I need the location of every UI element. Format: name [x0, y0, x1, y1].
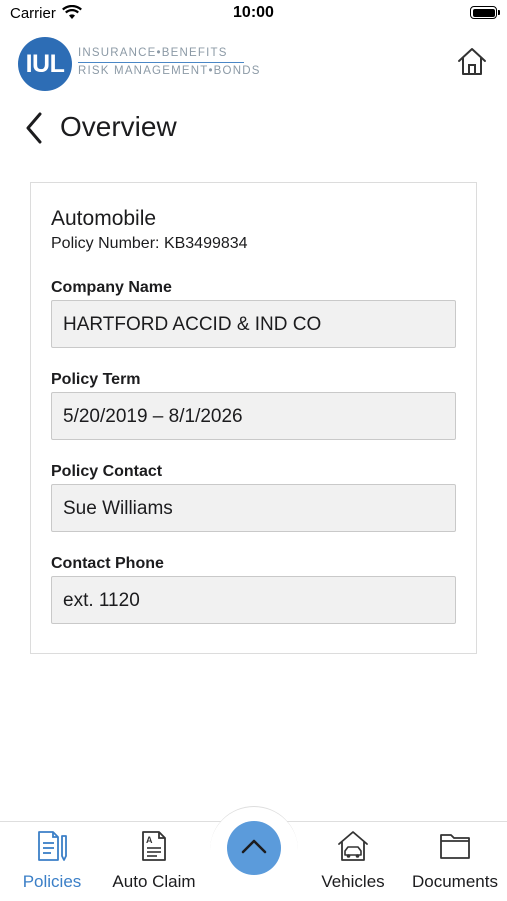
- policy-contact-value: Sue Williams: [63, 498, 173, 519]
- contact-phone-field[interactable]: ext. 1120: [51, 576, 456, 624]
- policy-contact-label: Policy Contact: [51, 463, 163, 480]
- company-logo: IUL INSURANCE•BENEFITS RISK MANAGEMENT•B…: [18, 37, 261, 91]
- policies-icon: [38, 831, 67, 861]
- home-icon[interactable]: [456, 46, 488, 78]
- logo-tagline-top: INSURANCE•BENEFITS: [78, 47, 228, 59]
- company-name-field[interactable]: HARTFORD ACCID & IND CO: [51, 300, 456, 348]
- company-name-label: Company Name: [51, 279, 172, 296]
- chevron-left-icon: [26, 112, 42, 144]
- battery-icon: [470, 6, 500, 19]
- tab-vehicles-label: Vehicles: [321, 872, 385, 891]
- page-title: Overview: [60, 111, 177, 142]
- tab-policies-label: Policies: [22, 872, 82, 891]
- contact-phone-value: ext. 1120: [63, 590, 140, 611]
- policy-number: Policy Number: KB3499834: [51, 235, 248, 253]
- status-time: 10:00: [233, 4, 274, 21]
- contact-phone-label: Contact Phone: [51, 555, 164, 572]
- tab-documents-label: Documents: [412, 872, 498, 891]
- back-button[interactable]: [20, 110, 50, 146]
- chevron-up-icon: [241, 839, 267, 854]
- tab-policies[interactable]: Policies: [16, 829, 88, 895]
- policy-card: Automobile Policy Number: KB3499834 Comp…: [30, 182, 477, 654]
- auto-claim-icon: A: [142, 831, 166, 861]
- svg-text:A: A: [146, 835, 153, 845]
- policy-type: Automobile: [51, 207, 157, 230]
- policy-term-label: Policy Term: [51, 371, 141, 388]
- logo-mark: IUL: [18, 37, 72, 91]
- policy-contact-field[interactable]: Sue Williams: [51, 484, 456, 532]
- tab-auto-claim[interactable]: A Auto Claim: [108, 829, 200, 895]
- tab-documents[interactable]: Documents: [406, 829, 504, 895]
- tab-vehicles[interactable]: Vehicles: [316, 829, 390, 895]
- policy-number-value: KB3499834: [163, 235, 248, 252]
- tab-auto-claim-label: Auto Claim: [112, 872, 196, 891]
- logo-divider: [78, 62, 244, 63]
- policy-term-field[interactable]: 5/20/2019 – 8/1/2026: [51, 392, 456, 440]
- policy-term-value: 5/20/2019 – 8/1/2026: [63, 406, 243, 427]
- logo-tagline-bottom: RISK MANAGEMENT•BONDS: [78, 65, 261, 77]
- vehicles-icon: [338, 831, 368, 861]
- status-bar: Carrier 10:00: [0, 0, 507, 28]
- policy-number-label: Policy Number:: [51, 235, 160, 252]
- company-name-value: HARTFORD ACCID & IND CO: [63, 314, 322, 335]
- expand-menu-button[interactable]: [227, 821, 281, 875]
- documents-icon: [440, 834, 470, 859]
